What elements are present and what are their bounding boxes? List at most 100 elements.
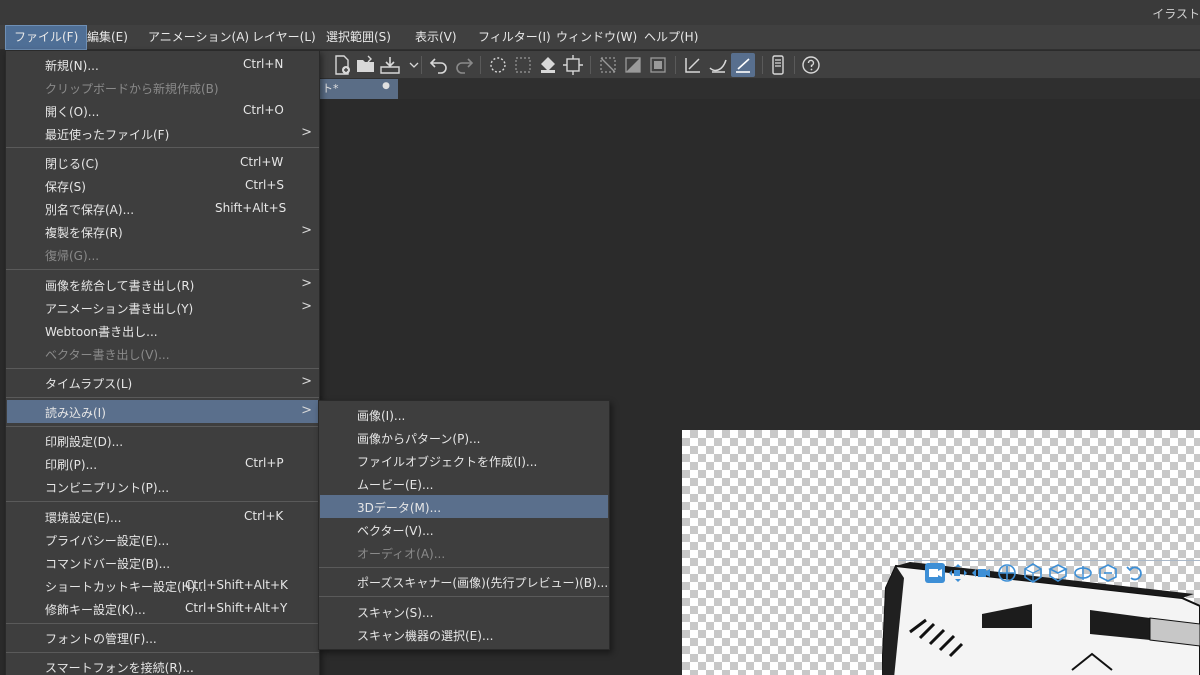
snap-ruler-icon[interactable] xyxy=(681,53,705,77)
submenu-item-pattern-from-image[interactable]: 画像からパターン(P)... xyxy=(320,426,608,449)
camera-dolly-icon[interactable] xyxy=(970,562,992,584)
chevron-right-icon: > xyxy=(301,403,312,418)
menu-item-label: プライバシー設定(E)... xyxy=(45,534,170,548)
menu-item-shortcut-settings[interactable]: ショートカットキー設定(H)... Ctrl+Shift+Alt+K xyxy=(7,574,318,597)
menu-item-label: ベクター(V)... xyxy=(357,524,434,538)
menu-item-export-vector[interactable]: ベクター書き出し(V)... xyxy=(7,342,318,365)
menu-item-export-webtoon[interactable]: Webtoon書き出し... xyxy=(7,319,318,342)
toolbar-separator xyxy=(590,56,591,74)
menu-window[interactable]: ウィンドウ(W) xyxy=(548,25,645,50)
menu-item-save[interactable]: 保存(S) Ctrl+S xyxy=(7,174,318,197)
menu-help[interactable]: ヘルプ(H) xyxy=(636,25,706,50)
menu-item-convenience-print[interactable]: コンビニプリント(P)... xyxy=(7,475,318,498)
submenu-item-image[interactable]: 画像(I)... xyxy=(320,403,608,426)
toolbar-separator xyxy=(675,56,676,74)
menu-separator xyxy=(6,147,319,148)
menu-item-label: オーディオ(A)... xyxy=(357,547,446,561)
submenu-item-vector[interactable]: ベクター(V)... xyxy=(320,518,608,541)
menu-item-privacy-settings[interactable]: プライバシー設定(E)... xyxy=(7,528,318,551)
submenu-item-3d-data[interactable]: 3Dデータ(M)... xyxy=(320,495,608,518)
menu-item-label: 環境設定(E)... xyxy=(45,511,122,525)
menu-item-command-bar-settings[interactable]: コマンドバー設定(B)... xyxy=(7,551,318,574)
menu-edit[interactable]: 編集(E) xyxy=(79,25,136,50)
rotate-x-icon[interactable] xyxy=(1047,562,1069,584)
menu-item-font-management[interactable]: フォントの管理(F)... xyxy=(7,626,318,649)
menu-item-open[interactable]: 開く(O)... Ctrl+O xyxy=(7,99,318,122)
menu-selection[interactable]: 選択範囲(S) xyxy=(318,25,399,50)
canvas[interactable] xyxy=(682,430,1200,675)
camera-rotate-icon[interactable] xyxy=(924,562,946,584)
invert-selection-icon[interactable] xyxy=(621,53,645,77)
menu-item-recent-files[interactable]: 最近使ったファイル(F) > xyxy=(7,122,318,145)
camera-pan-icon[interactable] xyxy=(947,562,969,584)
submenu-item-select-scanner[interactable]: スキャン機器の選択(E)... xyxy=(320,623,608,646)
transform-icon[interactable] xyxy=(561,53,585,77)
menu-separator xyxy=(6,368,319,369)
rotate-z-icon[interactable] xyxy=(1097,562,1119,584)
help-icon[interactable] xyxy=(799,53,823,77)
menu-item-timelapse[interactable]: タイムラプス(L) > xyxy=(7,371,318,394)
chevron-down-icon[interactable] xyxy=(402,53,419,77)
modified-indicator: ● xyxy=(382,81,390,91)
clear-icon[interactable] xyxy=(486,53,510,77)
menu-item-shortcut: Shift+Alt+S xyxy=(215,201,287,215)
menu-item-label: 3Dデータ(M)... xyxy=(357,501,442,515)
open-icon[interactable] xyxy=(354,53,378,77)
smartphone-icon[interactable] xyxy=(766,53,790,77)
menu-separator xyxy=(6,426,319,427)
submenu-item-audio[interactable]: オーディオ(A)... xyxy=(320,541,608,564)
menu-item-shortcut: Ctrl+O xyxy=(243,103,284,117)
menu-item-label: スマートフォンを接続(R)... xyxy=(45,661,194,675)
move-icon[interactable] xyxy=(996,562,1018,584)
fill-icon[interactable] xyxy=(511,53,535,77)
deselect-icon[interactable] xyxy=(596,53,620,77)
snap-grid-icon[interactable] xyxy=(731,53,755,77)
menu-item-print[interactable]: 印刷(P)... Ctrl+P xyxy=(7,452,318,475)
menu-item-new[interactable]: 新規(N)... Ctrl+N xyxy=(7,53,318,76)
menu-view[interactable]: 表示(V) xyxy=(407,25,465,50)
redo-icon[interactable] xyxy=(452,53,476,77)
menu-item-print-settings[interactable]: 印刷設定(D)... xyxy=(7,429,318,452)
submenu-item-movie[interactable]: ムービー(E)... xyxy=(320,472,608,495)
menu-item-modifier-key-settings[interactable]: 修飾キー設定(K)... Ctrl+Shift+Alt+Y xyxy=(7,597,318,620)
document-tab[interactable]: ト* ● xyxy=(320,79,398,99)
menu-item-label: 画像(I)... xyxy=(357,409,406,423)
menu-item-preferences[interactable]: 環境設定(E)... Ctrl+K xyxy=(7,505,318,528)
reset-icon[interactable] xyxy=(1124,562,1146,584)
show-selection-icon[interactable] xyxy=(646,53,670,77)
rotate-y-icon[interactable] xyxy=(1072,562,1094,584)
menu-item-save-as[interactable]: 別名で保存(A)... Shift+Alt+S xyxy=(7,197,318,220)
menu-item-connect-smartphone[interactable]: スマートフォンを接続(R)... xyxy=(7,655,318,675)
snap-icon[interactable] xyxy=(706,53,730,77)
menu-layer[interactable]: レイヤー(L) xyxy=(244,25,324,50)
document-tab-bar: ト* ● xyxy=(320,79,1200,99)
menu-item-label: スキャン機器の選択(E)... xyxy=(357,629,494,643)
menu-item-label: ポーズスキャナー(画像)(先行プレビュー)(B)... xyxy=(357,576,609,590)
menu-separator xyxy=(6,269,319,270)
new-icon[interactable] xyxy=(330,53,354,77)
submenu-item-pose-scanner[interactable]: ポーズスキャナー(画像)(先行プレビュー)(B)... xyxy=(320,570,608,593)
menu-item-save-copy[interactable]: 複製を保存(R) > xyxy=(7,220,318,243)
toolbar-separator xyxy=(794,56,795,74)
menu-file[interactable]: ファイル(F) xyxy=(5,25,88,50)
menu-item-label: 画像からパターン(P)... xyxy=(357,432,481,446)
menu-item-label: 複製を保存(R) xyxy=(45,226,123,240)
menu-animation[interactable]: アニメーション(A) xyxy=(140,25,257,50)
chevron-right-icon: > xyxy=(301,125,312,140)
save-icon[interactable] xyxy=(378,53,402,77)
submenu-item-create-file-object[interactable]: ファイルオブジェクトを作成(I)... xyxy=(320,449,608,472)
submenu-item-scan[interactable]: スキャン(S)... xyxy=(320,600,608,623)
menu-item-export-animation[interactable]: アニメーション書き出し(Y) > xyxy=(7,296,318,319)
fill-bucket-icon[interactable] xyxy=(536,53,560,77)
menu-filter[interactable]: フィルター(I) xyxy=(470,25,559,50)
menu-item-export-merged[interactable]: 画像を統合して書き出し(R) > xyxy=(7,273,318,296)
chevron-right-icon: > xyxy=(301,276,312,291)
menu-item-import[interactable]: 読み込み(I) > xyxy=(7,400,318,423)
undo-icon[interactable] xyxy=(427,53,451,77)
menu-item-close[interactable]: 閉じる(C) Ctrl+W xyxy=(7,151,318,174)
menu-item-revert[interactable]: 復帰(G)... xyxy=(7,243,318,266)
menu-separator xyxy=(6,623,319,624)
rotate-icon[interactable] xyxy=(1022,562,1044,584)
title-bar: イラスト xyxy=(0,0,1200,25)
menu-item-new-from-clipboard[interactable]: クリップボードから新規作成(B) xyxy=(7,76,318,99)
